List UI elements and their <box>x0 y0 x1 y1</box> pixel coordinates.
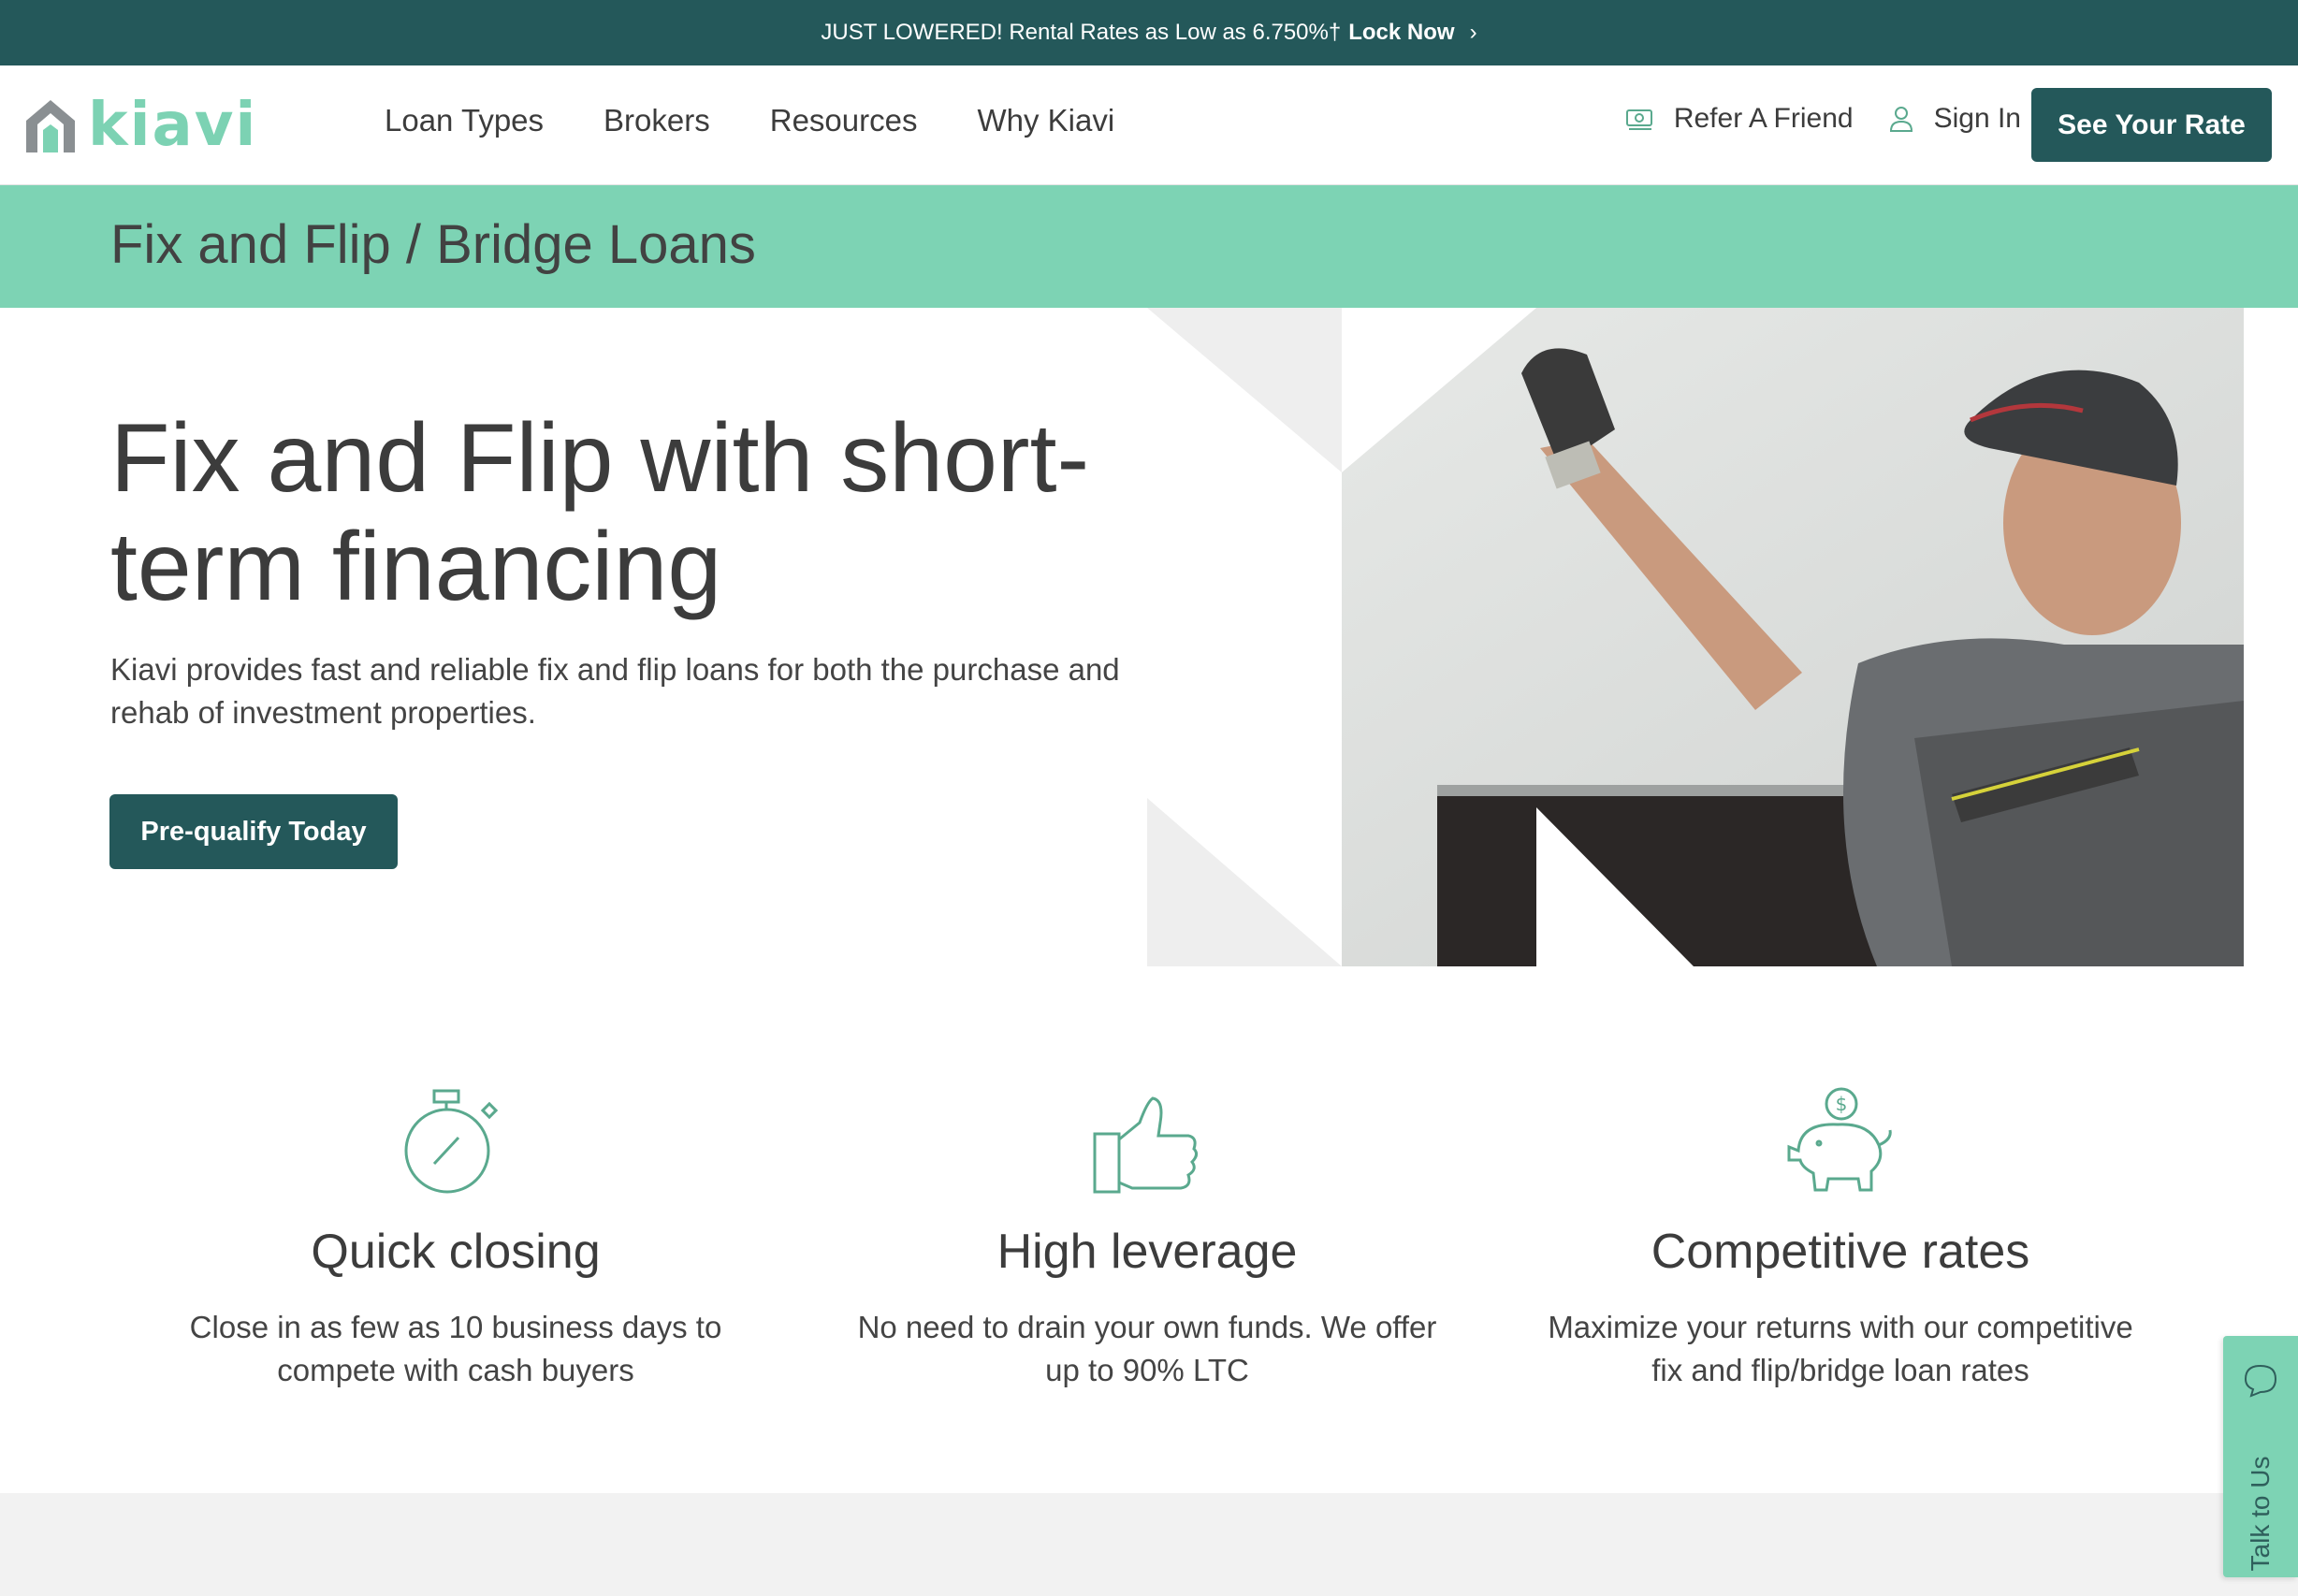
see-your-rate-button[interactable]: See Your Rate <box>2031 88 2272 162</box>
page-title: Fix and Flip / Bridge Loans <box>110 214 756 275</box>
kiavi-logo[interactable]: kiavi <box>22 95 257 155</box>
refer-label: Refer A Friend <box>1673 103 1854 134</box>
user-icon <box>1889 107 1913 132</box>
feature-text: Maximize your returns with our competiti… <box>1548 1310 2133 1387</box>
piggy-bank-icon: $ <box>1787 1087 1892 1192</box>
announcement-bar[interactable]: JUST LOWERED! Rental Rates as Low as 6.7… <box>0 0 2298 65</box>
nav-brokers[interactable]: Brokers <box>604 103 710 138</box>
talk-to-us-label: Talk to Us <box>2246 1456 2275 1572</box>
site-header: kiavi Loan Types Brokers Resources Why K… <box>0 65 2298 185</box>
nav-resources[interactable]: Resources <box>770 103 918 138</box>
house-logo-icon <box>26 100 75 152</box>
feature-title: Competitive rates <box>1651 1225 2030 1279</box>
refer-a-friend-link[interactable]: Refer A Friend <box>1625 103 1854 135</box>
chevron-right-icon: › <box>1469 20 1477 45</box>
talk-to-us-tab[interactable]: Talk to Us <box>2223 1336 2298 1577</box>
nav-loan-types[interactable]: Loan Types <box>385 103 544 138</box>
account-nav: Refer A Friend Sign In <box>1625 103 2021 135</box>
main-nav: Loan Types Brokers Resources Why Kiavi <box>385 103 1114 138</box>
feature-quick-closing: Quick closing Close in as few as 10 busi… <box>128 1085 783 1392</box>
feature-title: High leverage <box>996 1225 1298 1279</box>
hero-subtitle: Kiavi provides fast and reliable fix and… <box>110 652 1120 730</box>
logo-wordmark: kiavi <box>88 91 258 160</box>
pre-qualify-button[interactable]: Pre-qualify Today <box>109 794 398 869</box>
feature-title: Quick closing <box>311 1225 601 1279</box>
lock-now-link[interactable]: Lock Now <box>1348 20 1454 46</box>
next-section-background <box>0 1493 2298 1596</box>
announcement-text: JUST LOWERED! Rental Rates as Low as 6.7… <box>821 20 1342 45</box>
feature-competitive-rates: $ Competitive rates Maximize your return… <box>1513 1085 2168 1392</box>
sign-in-label: Sign In <box>1933 103 2021 134</box>
money-icon <box>1625 109 1652 130</box>
feature-high-leverage: High leverage No need to drain your own … <box>820 1085 1475 1392</box>
page-title-band: Fix and Flip / Bridge Loans <box>0 185 2298 308</box>
hero-title: Fix and Flip with short-term financing <box>110 404 1090 621</box>
thumbs-up-icon <box>1093 1096 1199 1194</box>
chat-bubble-icon <box>2244 1364 2277 1398</box>
nav-why-kiavi[interactable]: Why Kiavi <box>977 103 1114 138</box>
svg-text:$: $ <box>1836 1093 1848 1115</box>
hero-image <box>1147 308 2244 966</box>
stopwatch-icon <box>404 1089 499 1194</box>
feature-text: No need to drain your own funds. We offe… <box>857 1310 1437 1387</box>
feature-text: Close in as few as 10 business days to c… <box>189 1310 722 1387</box>
sign-in-link[interactable]: Sign In <box>1889 103 2021 135</box>
